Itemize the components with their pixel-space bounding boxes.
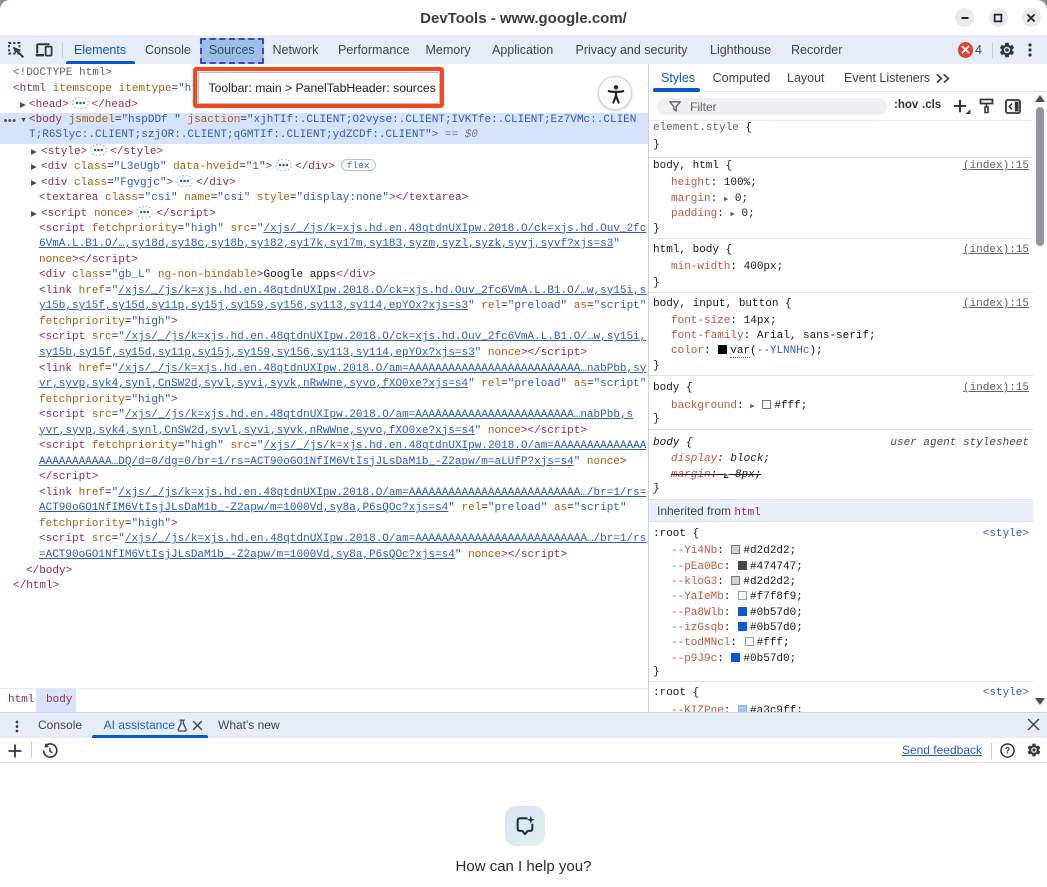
svg-text:?: ? (1005, 745, 1010, 755)
